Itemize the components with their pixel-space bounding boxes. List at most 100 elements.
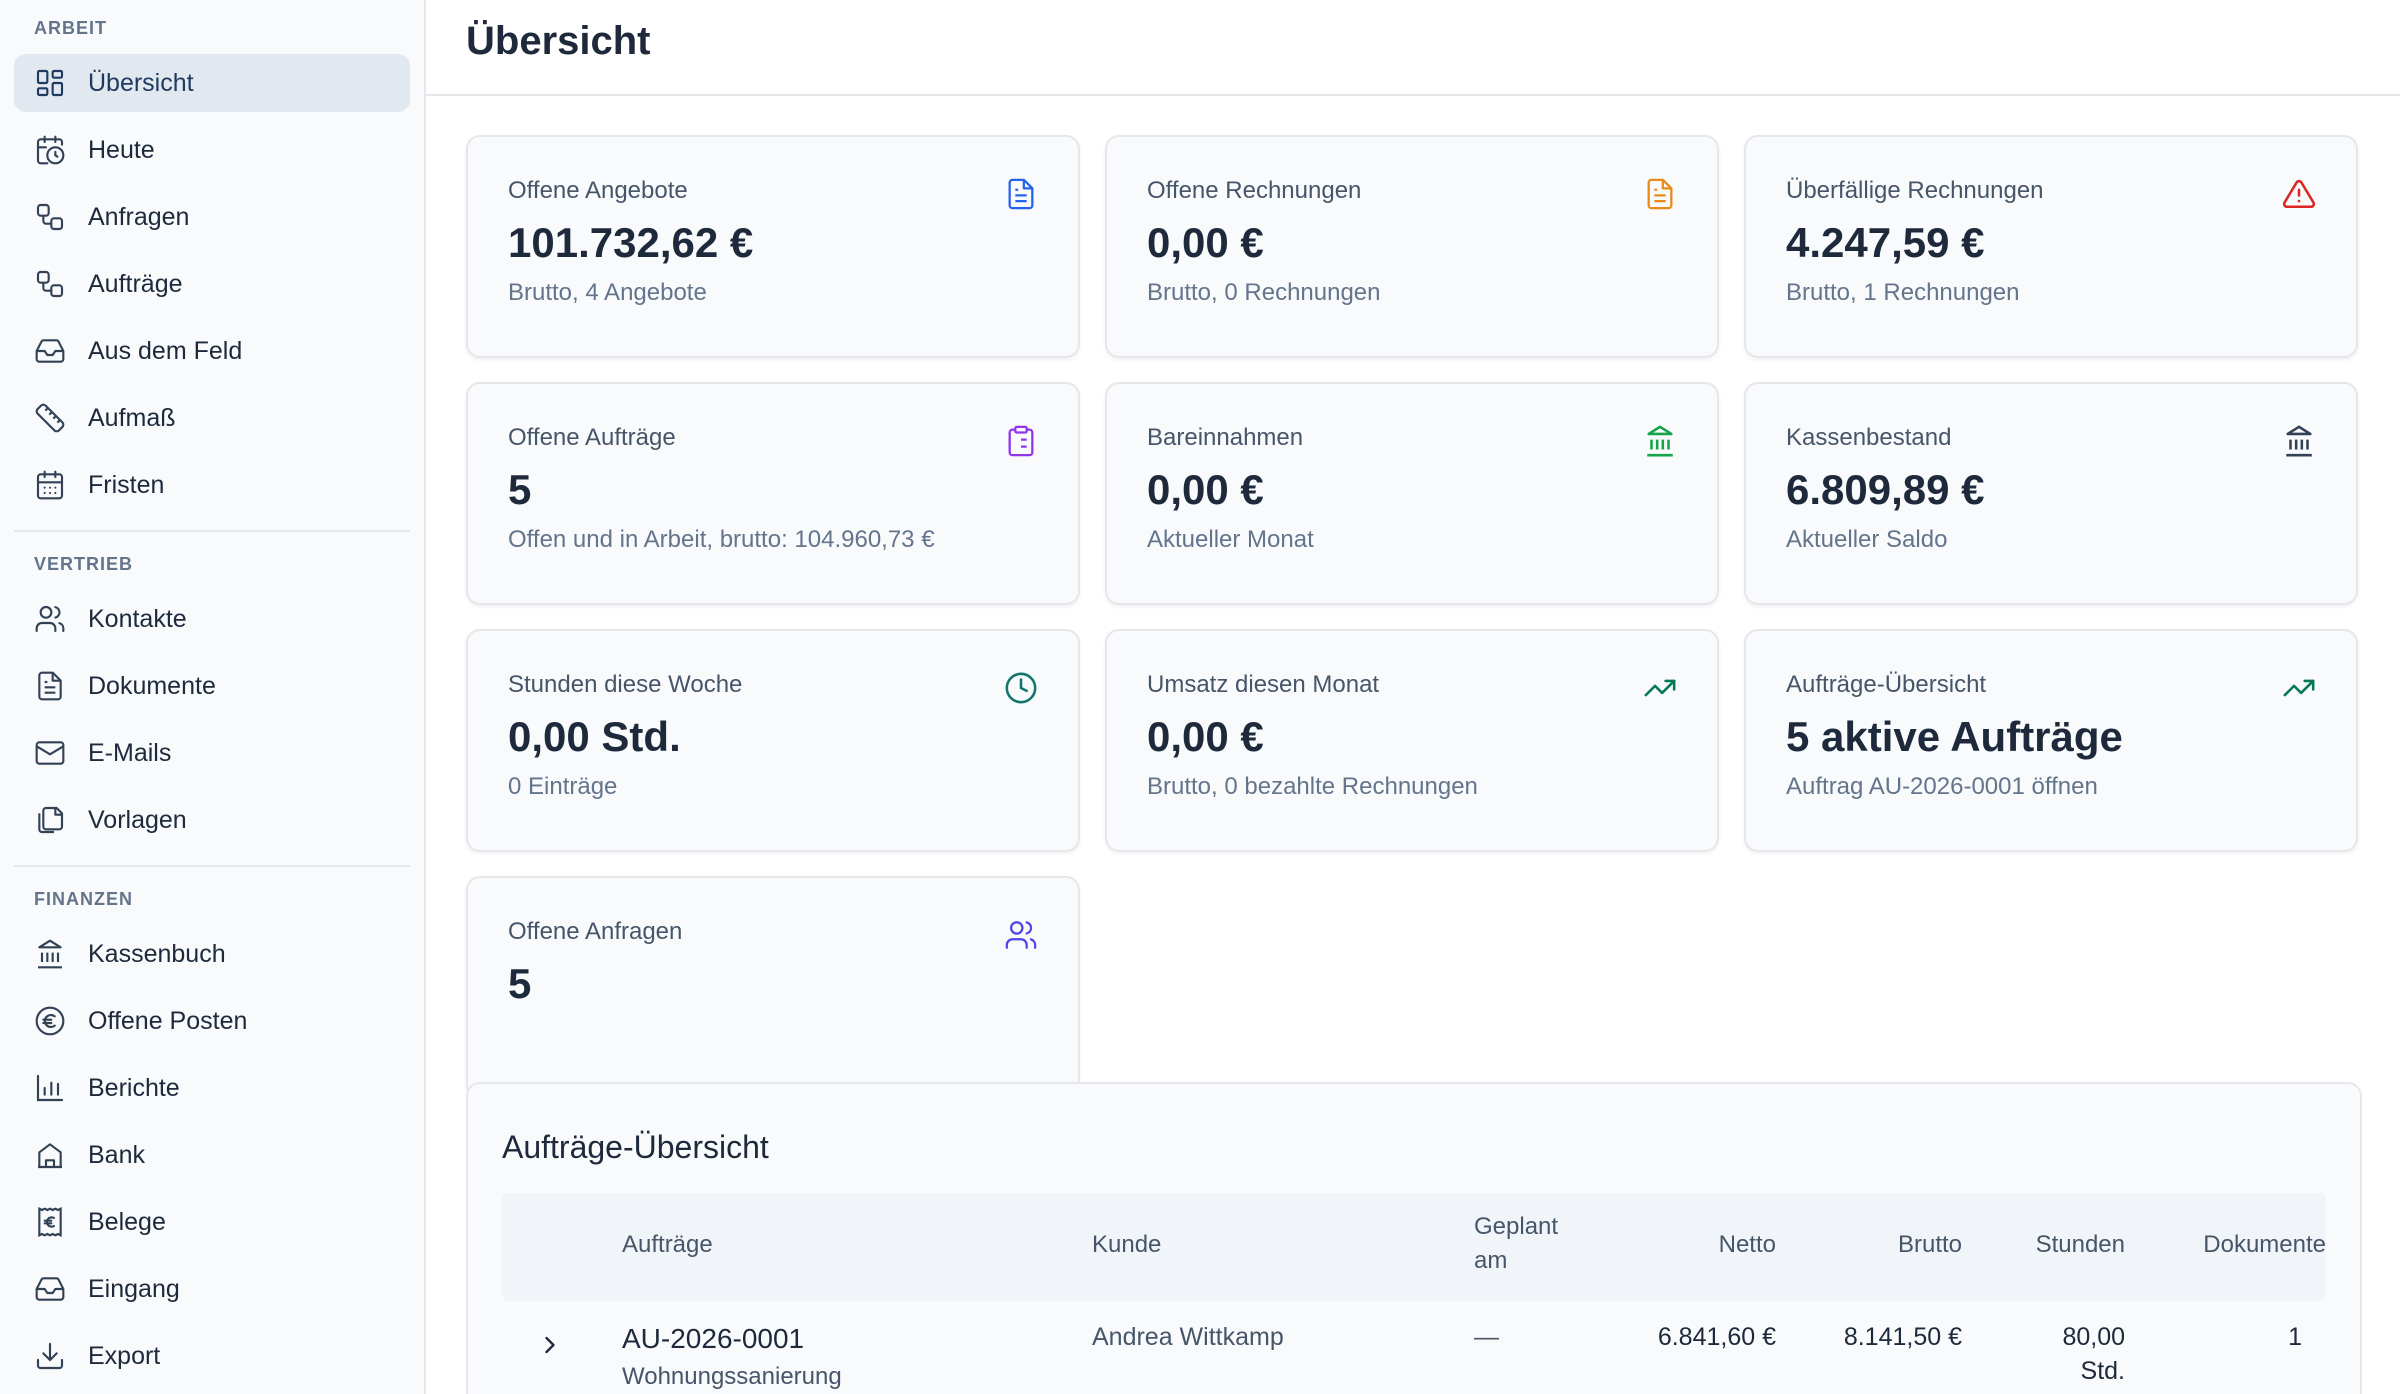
sidebar-item-label: Offene Posten [88, 1006, 248, 1035]
order-documents-count[interactable]: 1 [2288, 1323, 2302, 1352]
sidebar-item-vorlagen[interactable]: Vorlagen [14, 791, 410, 849]
card-subtitle: Aktueller Monat [1147, 526, 1314, 553]
order-customer: Andrea Wittkamp [1092, 1323, 1284, 1351]
column-header-auftraege[interactable]: Aufträge [622, 1231, 713, 1259]
card-umsatz-diesen-monat[interactable]: Umsatz diesen Monat 0,00 € Brutto, 0 bez… [1105, 629, 1719, 852]
sidebar-item-label: E-Mails [88, 738, 172, 767]
card-title: Überfällige Rechnungen [1786, 177, 2044, 204]
card-kassenbestand[interactable]: Kassenbestand 6.809,89 € Aktueller Saldo [1744, 382, 2358, 605]
card-title: Stunden diese Woche [508, 671, 743, 698]
card-value: 5 aktive Aufträge [1786, 713, 2123, 760]
card-subtitle: Brutto, 4 Angebote [508, 279, 707, 306]
card-stunden-diese-woche[interactable]: Stunden diese Woche 0,00 Std. 0 Einträge [466, 629, 1080, 852]
sidebar-item-kassenbuch[interactable]: Kassenbuch [14, 925, 410, 983]
sidebar-item-dokumente[interactable]: Dokumente [14, 657, 410, 715]
order-netto: 6.841,60 € [1657, 1323, 1776, 1351]
table-row[interactable]: AU-2026-0001 Wohnungssanierung Andrea Wi… [502, 1301, 2326, 1394]
trending-up-icon [2283, 679, 2315, 697]
chevron-right-icon[interactable] [536, 1331, 564, 1359]
sidebar-item-bank[interactable]: Bank [14, 1126, 410, 1184]
document-icon [38, 671, 62, 701]
sidebar-item-berichte[interactable]: Berichte [14, 1059, 410, 1117]
order-brutto: 8.141,50 € [1843, 1323, 1962, 1351]
card-value: 0,00 € [1147, 466, 1264, 513]
card-offene-anfragen[interactable]: Offene Anfragen 5 [466, 876, 1080, 1099]
card-value: 5 [508, 466, 532, 513]
sidebar-divider [14, 530, 410, 532]
users-icon [1005, 921, 1037, 949]
building-icon [38, 1143, 62, 1169]
ruler-icon [35, 403, 65, 433]
sidebar-item-heute[interactable]: Heute [14, 121, 410, 179]
order-number[interactable]: AU-2026-0001 [622, 1323, 804, 1355]
card-subtitle: 0 Einträge [508, 773, 618, 800]
copy-icon [38, 806, 64, 834]
bar-chart-icon [36, 1074, 64, 1102]
column-header-kunde[interactable]: Kunde [1092, 1231, 1161, 1259]
table-title: Aufträge-Übersicht [502, 1129, 769, 1165]
card-title: Offene Rechnungen [1147, 177, 1362, 204]
card-offene-angebote[interactable]: Offene Angebote 101.732,62 € Brutto, 4 A… [466, 135, 1080, 358]
column-header-stunden[interactable]: Stunden [2036, 1231, 2125, 1259]
workflow-icon [36, 270, 64, 298]
card-value: 0,00 € [1147, 219, 1264, 266]
order-planned-date: — [1474, 1323, 1499, 1351]
card-title: Umsatz diesen Monat [1147, 671, 1380, 698]
card-subtitle: Brutto, 0 bezahlte Rechnungen [1147, 773, 1478, 800]
card-subtitle: Auftrag AU-2026-0001 öffnen [1786, 773, 2098, 800]
mail-icon [35, 741, 65, 765]
sidebar-item-belege[interactable]: Belege [14, 1193, 410, 1251]
card-auftraege-uebersicht[interactable]: Aufträge-Übersicht 5 aktive Aufträge Auf… [1744, 629, 2358, 852]
card-offene-rechnungen[interactable]: Offene Rechnungen 0,00 € Brutto, 0 Rechn… [1105, 135, 1719, 358]
sidebar-item-label: Bank [88, 1140, 145, 1169]
card-bareinnahmen[interactable]: Bareinnahmen 0,00 € Aktueller Monat [1105, 382, 1719, 605]
page-header: Übersicht [426, 0, 2400, 96]
column-header-dokumente[interactable]: Dokumente [2203, 1231, 2326, 1259]
sidebar-item-fristen[interactable]: Fristen [14, 456, 410, 514]
sidebar-item-label: Export [88, 1341, 161, 1370]
users-icon [35, 605, 65, 633]
section-label-finanzen: FINANZEN [34, 889, 133, 909]
bank-icon [1647, 425, 1673, 457]
column-header-brutto[interactable]: Brutto [1898, 1231, 1962, 1259]
column-header-netto[interactable]: Netto [1719, 1231, 1776, 1259]
card-value: 0,00 Std. [508, 713, 681, 760]
sidebar-divider [14, 865, 410, 867]
sidebar-item-offene-posten[interactable]: Offene Posten [14, 992, 410, 1050]
download-icon [36, 1342, 64, 1370]
inbox-icon [35, 1277, 65, 1301]
sidebar-item-auftraege[interactable]: Aufträge [14, 255, 410, 313]
document-icon [1008, 178, 1034, 210]
card-offene-auftraege[interactable]: Offene Aufträge 5 Offen und in Arbeit, b… [466, 382, 1080, 605]
card-title: Offene Anfragen [508, 918, 683, 945]
sidebar-item-label: Anfragen [88, 202, 190, 231]
receipt-euro-icon [38, 1206, 62, 1238]
sidebar-item-anfragen[interactable]: Anfragen [14, 188, 410, 246]
sidebar-item-kontakte[interactable]: Kontakte [14, 590, 410, 648]
sidebar-item-uebersicht[interactable]: Übersicht [14, 54, 410, 112]
sidebar-item-label: Heute [88, 135, 155, 164]
sidebar-item-export[interactable]: Export [14, 1327, 410, 1385]
sidebar-item-label: Dokumente [88, 671, 216, 700]
calendar-icon [36, 470, 64, 500]
card-ueberfaellige-rechnungen[interactable]: Überfällige Rechnungen 4.247,59 € Brutto… [1744, 135, 2358, 358]
sidebar-item-aus-dem-feld[interactable]: Aus dem Feld [14, 322, 410, 380]
sidebar-item-aufmass[interactable]: Aufmaß [14, 389, 410, 447]
sidebar-item-label: Aus dem Feld [88, 336, 243, 365]
card-title: Kassenbestand [1786, 424, 1952, 451]
sidebar-item-label: Fristen [88, 470, 165, 499]
table-header: Aufträge Kunde Geplant am Netto Brutto S… [502, 1193, 2326, 1301]
warning-icon [2282, 179, 2316, 209]
sidebar-item-label: Aufmaß [88, 403, 176, 432]
card-value: 6.809,89 € [1786, 466, 1985, 513]
section-label-vertrieb: VERTRIEB [34, 554, 134, 574]
card-subtitle: Offen und in Arbeit, brutto: 104.960,73 … [508, 526, 935, 553]
order-hours-unit: Std. [2080, 1357, 2125, 1385]
card-subtitle: Brutto, 0 Rechnungen [1147, 279, 1381, 306]
clock-icon [1005, 672, 1037, 704]
column-header-geplant[interactable]: Geplant [1474, 1213, 1558, 1241]
order-hours: 80,00 [2062, 1323, 2125, 1351]
sidebar-item-e-mails[interactable]: E-Mails [14, 724, 410, 782]
sidebar-item-eingang[interactable]: Eingang [14, 1260, 410, 1318]
sidebar-item-label: Eingang [88, 1274, 180, 1303]
